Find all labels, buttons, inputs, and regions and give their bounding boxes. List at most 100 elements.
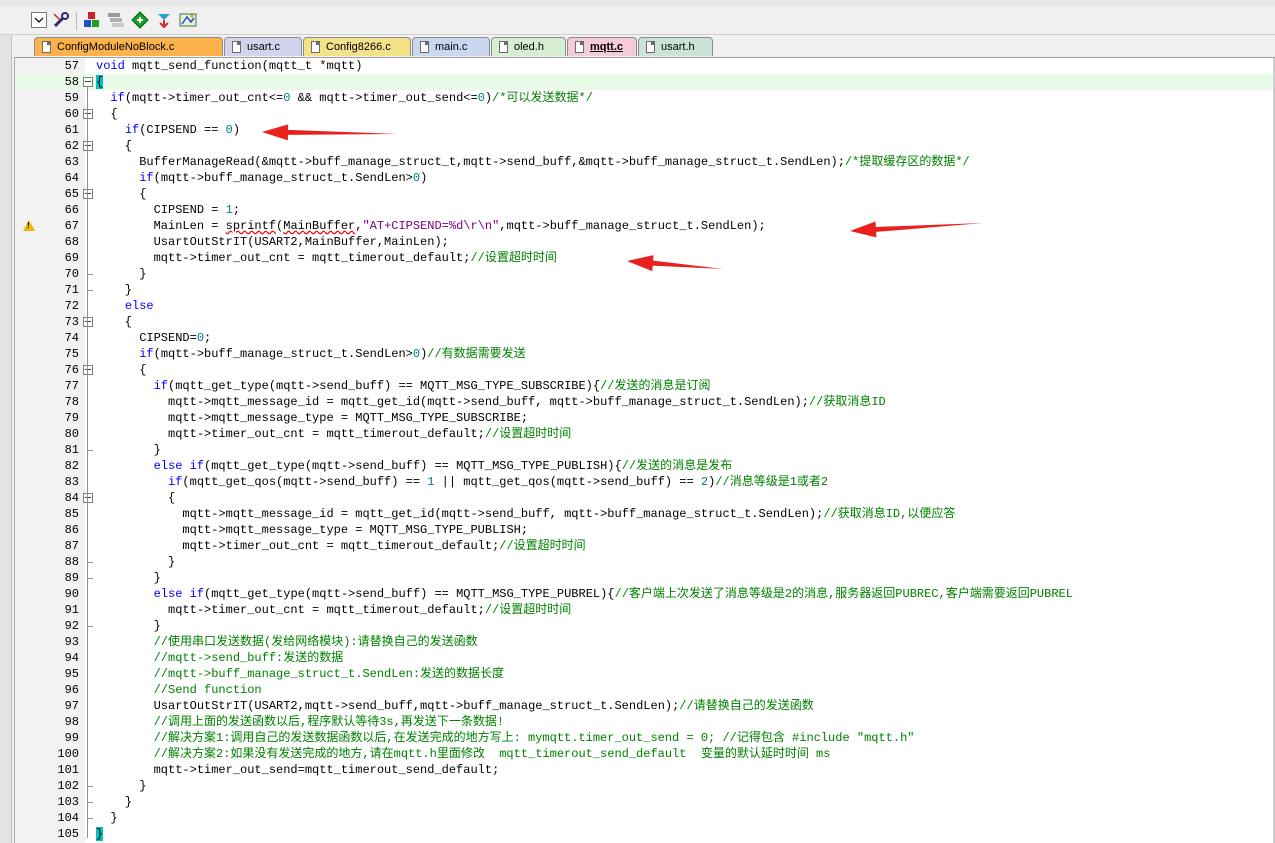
line-number[interactable]: 75 [15, 346, 79, 362]
tab-usart-c[interactable]: usart.c [224, 37, 302, 56]
fold-collapse-icon[interactable] [83, 493, 93, 503]
code-line[interactable]: 79 mqtt->mqtt_message_type = MQTT_MSG_TY… [15, 410, 1275, 426]
code-line[interactable]: 83 if(mqtt_get_qos(mqtt->send_buff) == 1… [15, 474, 1275, 490]
line-number[interactable]: 60 [15, 106, 79, 122]
line-number[interactable]: 72 [15, 298, 79, 314]
code-line[interactable]: 91 mqtt->timer_out_cnt = mqtt_timerout_d… [15, 602, 1275, 618]
code-line[interactable]: 92 } [15, 618, 1275, 634]
line-number[interactable]: 105 [15, 826, 79, 842]
line-number[interactable]: 73 [15, 314, 79, 330]
line-number[interactable]: 59 [15, 90, 79, 106]
line-number[interactable]: 80 [15, 426, 79, 442]
code-line[interactable]: 99 //解决方案1:调用自己的发送数据函数以后,在发送完成的地方写上: mym… [15, 730, 1275, 746]
code-line[interactable]: 93 //使用串口发送数据(发给网络模块):请替换自己的发送函数 [15, 634, 1275, 650]
code-line[interactable]: 75 if(mqtt->buff_manage_struct_t.SendLen… [15, 346, 1275, 362]
options-icon[interactable] [179, 11, 197, 29]
warning-icon[interactable] [23, 220, 35, 231]
tab-oled-h[interactable]: oled.h [491, 37, 566, 56]
code-line[interactable]: 102 } [15, 778, 1275, 794]
code-line[interactable]: 87 mqtt->timer_out_cnt = mqtt_timerout_d… [15, 538, 1275, 554]
code-line[interactable]: 62 { [15, 138, 1275, 154]
line-number[interactable]: 62 [15, 138, 79, 154]
line-number[interactable]: 83 [15, 474, 79, 490]
line-number[interactable]: 100 [15, 746, 79, 762]
line-number[interactable]: 57 [15, 58, 79, 74]
line-number[interactable]: 68 [15, 234, 79, 250]
line-number[interactable]: 93 [15, 634, 79, 650]
tab-usart-h[interactable]: usart.h [638, 37, 713, 56]
line-number[interactable]: 103 [15, 794, 79, 810]
line-number[interactable]: 79 [15, 410, 79, 426]
wrench-icon[interactable] [52, 11, 70, 29]
code-line[interactable]: 86 mqtt->mqtt_message_type = MQTT_MSG_TY… [15, 522, 1275, 538]
fold-collapse-icon[interactable] [83, 109, 93, 119]
line-number[interactable]: 86 [15, 522, 79, 538]
line-number[interactable]: 101 [15, 762, 79, 778]
code-line[interactable]: 63 BufferManageRead(&mqtt->buff_manage_s… [15, 154, 1275, 170]
dropdown-icon[interactable] [30, 11, 48, 29]
code-line[interactable]: 74 CIPSEND=0; [15, 330, 1275, 346]
line-number[interactable]: 91 [15, 602, 79, 618]
build-target-icon[interactable] [83, 11, 101, 29]
download-icon[interactable] [155, 11, 173, 29]
code-line[interactable]: 104 } [15, 810, 1275, 826]
code-line[interactable]: 72 else [15, 298, 1275, 314]
code-line[interactable]: 85 mqtt->mqtt_message_id = mqtt_get_id(m… [15, 506, 1275, 522]
code-line[interactable]: 76 { [15, 362, 1275, 378]
line-number[interactable]: 70 [15, 266, 79, 282]
line-number[interactable]: 99 [15, 730, 79, 746]
batch-build-icon[interactable] [107, 11, 125, 29]
code-line[interactable]: 94 //mqtt->send_buff:发送的数据 [15, 650, 1275, 666]
code-line[interactable]: 66 CIPSEND = 1; [15, 202, 1275, 218]
line-number[interactable]: 102 [15, 778, 79, 794]
line-number[interactable]: 71 [15, 282, 79, 298]
tab-main-c[interactable]: main.c [412, 37, 490, 56]
fold-collapse-icon[interactable] [83, 317, 93, 327]
code-line[interactable]: 90 else if(mqtt_get_type(mqtt->send_buff… [15, 586, 1275, 602]
line-number[interactable]: 64 [15, 170, 79, 186]
fold-collapse-icon[interactable] [83, 189, 93, 199]
code-line[interactable]: 61 if(CIPSEND == 0) [15, 122, 1275, 138]
line-number[interactable]: 95 [15, 666, 79, 682]
code-line[interactable]: 67 MainLen = sprintf(MainBuffer,"AT+CIPS… [15, 218, 1275, 234]
line-number[interactable]: 90 [15, 586, 79, 602]
line-number[interactable]: 74 [15, 330, 79, 346]
code-line[interactable]: 64 if(mqtt->buff_manage_struct_t.SendLen… [15, 170, 1275, 186]
code-line[interactable]: 78 mqtt->mqtt_message_id = mqtt_get_id(m… [15, 394, 1275, 410]
line-number[interactable]: 104 [15, 810, 79, 826]
line-number[interactable]: 94 [15, 650, 79, 666]
tab-configmodulenoblock-c[interactable]: ConfigModuleNoBlock.c [34, 37, 223, 56]
line-number[interactable]: 89 [15, 570, 79, 586]
code-line[interactable]: 103 } [15, 794, 1275, 810]
line-number[interactable]: 78 [15, 394, 79, 410]
code-line[interactable]: 82 else if(mqtt_get_type(mqtt->send_buff… [15, 458, 1275, 474]
code-line[interactable]: 71 } [15, 282, 1275, 298]
line-number[interactable]: 84 [15, 490, 79, 506]
code-line[interactable]: 98 //调用上面的发送函数以后,程序默认等待3s,再发送下一条数据! [15, 714, 1275, 730]
line-number[interactable]: 58 [15, 74, 79, 90]
fold-collapse-icon[interactable] [83, 141, 93, 151]
code-line[interactable]: 77 if(mqtt_get_type(mqtt->send_buff) == … [15, 378, 1275, 394]
line-number[interactable]: 98 [15, 714, 79, 730]
code-line[interactable]: 58 { [15, 74, 1275, 90]
line-number[interactable]: 77 [15, 378, 79, 394]
line-number[interactable]: 76 [15, 362, 79, 378]
code-line[interactable]: 57 void mqtt_send_function(mqtt_t *mqtt) [15, 58, 1275, 74]
code-line[interactable]: 81 } [15, 442, 1275, 458]
code-line[interactable]: 73 { [15, 314, 1275, 330]
code-line[interactable]: 105} [15, 826, 1275, 842]
fold-collapse-icon[interactable] [83, 365, 93, 375]
code-line[interactable]: 97 UsartOutStrIT(USART2,mqtt->send_buff,… [15, 698, 1275, 714]
line-number[interactable]: 82 [15, 458, 79, 474]
translate-icon[interactable] [131, 11, 149, 29]
code-line[interactable]: 84 { [15, 490, 1275, 506]
code-line[interactable]: 100 //解决方案2:如果没有发送完成的地方,请在mqtt.h里面修改 mqt… [15, 746, 1275, 762]
code-line[interactable]: 65 { [15, 186, 1275, 202]
line-number[interactable]: 63 [15, 154, 79, 170]
line-number[interactable]: 85 [15, 506, 79, 522]
line-number[interactable]: 92 [15, 618, 79, 634]
code-line[interactable]: 68 UsartOutStrIT(USART2,MainBuffer,MainL… [15, 234, 1275, 250]
line-number[interactable]: 66 [15, 202, 79, 218]
line-number[interactable]: 65 [15, 186, 79, 202]
tab-mqtt-c[interactable]: mqtt.c [567, 37, 637, 56]
